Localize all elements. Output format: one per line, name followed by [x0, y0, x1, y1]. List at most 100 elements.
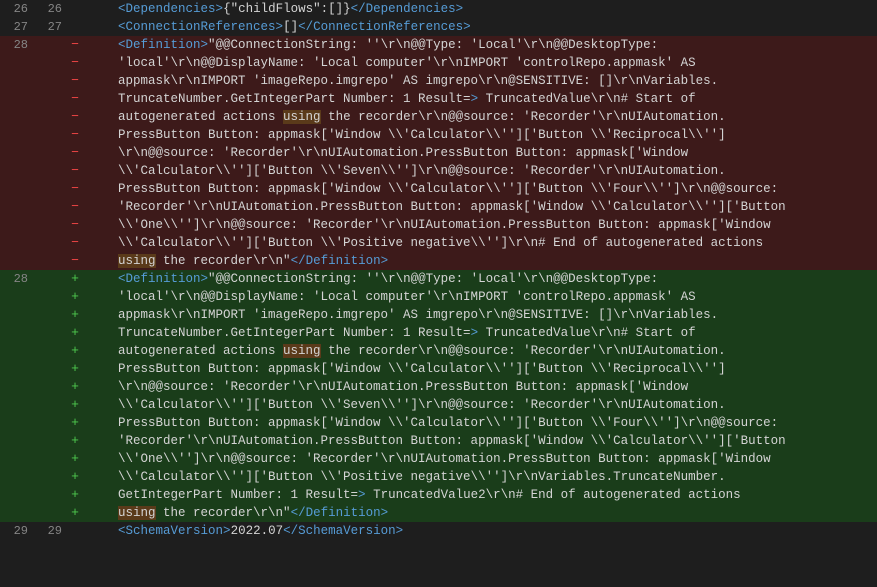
line-num-left — [0, 234, 34, 252]
line-num-right — [34, 414, 68, 432]
line-num-left — [0, 414, 34, 432]
line-num-left: 27 — [0, 18, 34, 36]
line-row: + PressButton Button: appmask['Window \\… — [0, 360, 877, 378]
line-num-right — [34, 90, 68, 108]
diff-indicator: − — [68, 54, 82, 72]
code-text: <Dependencies>{"childFlows":[]}</Depende… — [82, 0, 877, 18]
line-row: − \\'Calculator\\'']['Button \\'Positive… — [0, 234, 877, 252]
line-row: − PressButton Button: appmask['Window \\… — [0, 126, 877, 144]
line-num-right — [34, 342, 68, 360]
line-num-left — [0, 162, 34, 180]
line-num-left — [0, 468, 34, 486]
line-num-right — [34, 432, 68, 450]
line-row: + GetIntegerPart Number: 1 Result=> Trun… — [0, 486, 877, 504]
line-num-left: 28 — [0, 270, 34, 288]
line-num-right — [34, 180, 68, 198]
code-text: <Definition>"@@ConnectionString: ''\r\n@… — [82, 270, 877, 288]
code-text: 'Recorder'\r\nUIAutomation.PressButton B… — [82, 198, 877, 216]
diff-indicator: + — [68, 270, 82, 288]
line-row: + 'Recorder'\r\nUIAutomation.PressButton… — [0, 432, 877, 450]
diff-indicator: + — [68, 360, 82, 378]
line-row: + appmask\r\nIMPORT 'imageRepo.imgrepo' … — [0, 306, 877, 324]
line-num-right — [34, 36, 68, 54]
code-view[interactable]: 2626 <Dependencies>{"childFlows":[]}</De… — [0, 0, 877, 587]
diff-indicator: + — [68, 378, 82, 396]
line-row: 2626 <Dependencies>{"childFlows":[]}</De… — [0, 0, 877, 18]
diff-indicator — [68, 522, 82, 540]
line-row: − 'Recorder'\r\nUIAutomation.PressButton… — [0, 198, 877, 216]
line-num-right: 26 — [34, 0, 68, 18]
line-num-left: 29 — [0, 522, 34, 540]
code-text: \r\n@@source: 'Recorder'\r\nUIAutomation… — [82, 378, 877, 396]
diff-indicator: − — [68, 126, 82, 144]
code-text: 'Recorder'\r\nUIAutomation.PressButton B… — [82, 432, 877, 450]
line-num-right — [34, 198, 68, 216]
line-num-right — [34, 360, 68, 378]
code-text: \\'Calculator\\'']['Button \\'Positive n… — [82, 468, 877, 486]
line-num-right: 29 — [34, 522, 68, 540]
diff-indicator: − — [68, 108, 82, 126]
line-row: − appmask\r\nIMPORT 'imageRepo.imgrepo' … — [0, 72, 877, 90]
code-text: \\'Calculator\\'']['Button \\'Seven\\'']… — [82, 162, 877, 180]
code-text: appmask\r\nIMPORT 'imageRepo.imgrepo' AS… — [82, 72, 877, 90]
line-row: − PressButton Button: appmask['Window \\… — [0, 180, 877, 198]
code-text: 'local'\r\n@@DisplayName: 'Local compute… — [82, 288, 877, 306]
code-text: autogenerated actions using the recorder… — [82, 108, 877, 126]
line-num-right — [34, 450, 68, 468]
diff-indicator: − — [68, 72, 82, 90]
line-num-right — [34, 162, 68, 180]
line-row: + 'local'\r\n@@DisplayName: 'Local compu… — [0, 288, 877, 306]
line-num-right — [34, 126, 68, 144]
line-row: + \\'Calculator\\'']['Button \\'Positive… — [0, 468, 877, 486]
line-num-left — [0, 180, 34, 198]
diff-indicator: + — [68, 324, 82, 342]
diff-indicator: + — [68, 468, 82, 486]
line-num-right — [34, 288, 68, 306]
line-row: − 'local'\r\n@@DisplayName: 'Local compu… — [0, 54, 877, 72]
line-row: + \r\n@@source: 'Recorder'\r\nUIAutomati… — [0, 378, 877, 396]
line-num-right — [34, 324, 68, 342]
line-row: 2929 <SchemaVersion>2022.07</SchemaVersi… — [0, 522, 877, 540]
line-num-left — [0, 252, 34, 270]
diff-indicator: − — [68, 144, 82, 162]
diff-indicator: − — [68, 198, 82, 216]
code-text: <ConnectionReferences>[]</ConnectionRefe… — [82, 18, 877, 36]
line-num-left — [0, 288, 34, 306]
code-text: autogenerated actions using the recorder… — [82, 342, 877, 360]
line-num-left — [0, 324, 34, 342]
code-text: TruncateNumber.GetIntegerPart Number: 1 … — [82, 324, 877, 342]
line-num-right: 27 — [34, 18, 68, 36]
diff-indicator: + — [68, 432, 82, 450]
diff-indicator: − — [68, 234, 82, 252]
line-num-left — [0, 144, 34, 162]
diff-indicator: + — [68, 306, 82, 324]
diff-indicator: + — [68, 414, 82, 432]
line-row: 28− <Definition>"@@ConnectionString: ''\… — [0, 36, 877, 54]
diff-indicator: − — [68, 180, 82, 198]
line-num-right — [34, 252, 68, 270]
line-num-right — [34, 216, 68, 234]
line-row: + PressButton Button: appmask['Window \\… — [0, 414, 877, 432]
line-row: 2727 <ConnectionReferences>[]</Connectio… — [0, 18, 877, 36]
line-row: + autogenerated actions using the record… — [0, 342, 877, 360]
line-num-right — [34, 504, 68, 522]
code-text: TruncateNumber.GetIntegerPart Number: 1 … — [82, 90, 877, 108]
line-num-left — [0, 198, 34, 216]
line-num-left — [0, 450, 34, 468]
line-num-right — [34, 72, 68, 90]
code-text: PressButton Button: appmask['Window \\'C… — [82, 126, 877, 144]
diff-indicator: − — [68, 216, 82, 234]
diff-indicator: + — [68, 396, 82, 414]
line-num-right — [34, 306, 68, 324]
code-text: \\'One\\'']\r\n@@source: 'Recorder'\r\nU… — [82, 450, 877, 468]
code-text: 'local'\r\n@@DisplayName: 'Local compute… — [82, 54, 877, 72]
line-row: + TruncateNumber.GetIntegerPart Number: … — [0, 324, 877, 342]
line-num-left — [0, 108, 34, 126]
line-num-left — [0, 342, 34, 360]
line-num-right — [34, 108, 68, 126]
line-num-right — [34, 234, 68, 252]
diff-indicator: − — [68, 162, 82, 180]
code-text: using the recorder\r\n"</Definition> — [82, 504, 877, 522]
code-text: GetIntegerPart Number: 1 Result=> Trunca… — [82, 486, 877, 504]
line-num-left — [0, 486, 34, 504]
